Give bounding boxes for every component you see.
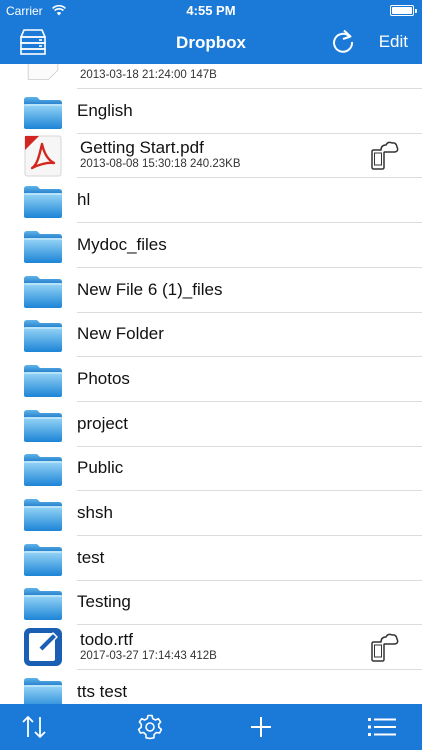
battery-icon bbox=[390, 5, 417, 16]
folder-icon bbox=[24, 454, 62, 487]
folder-icon bbox=[24, 409, 62, 442]
top-bar: Carrier 4:55 PM Dropbox Edit bbox=[0, 0, 422, 64]
folder-icon bbox=[24, 320, 62, 353]
folder-icon bbox=[24, 230, 62, 263]
folder-icon bbox=[24, 275, 62, 308]
item-name: English bbox=[77, 100, 133, 120]
item-name: test bbox=[77, 547, 105, 567]
file-row[interactable]: todo.rtf 2017-03-27 17:14:43 412B bbox=[0, 625, 422, 671]
file-row[interactable]: 2013-03-18 21:24:00 147B bbox=[0, 64, 422, 89]
status-bar: Carrier 4:55 PM bbox=[0, 0, 422, 22]
file-row[interactable]: Getting Start.pdf 2013-08-08 15:30:18 240… bbox=[0, 133, 422, 179]
refresh-icon[interactable] bbox=[330, 29, 356, 55]
folder-row[interactable]: shsh bbox=[0, 491, 422, 536]
folder-icon bbox=[24, 499, 62, 531]
sort-icon[interactable] bbox=[20, 713, 48, 741]
item-name: Public bbox=[77, 458, 124, 478]
item-name: Photos bbox=[77, 368, 130, 388]
add-icon[interactable] bbox=[247, 713, 275, 741]
bottom-toolbar bbox=[0, 704, 422, 750]
device-cloud-sync-icon[interactable] bbox=[369, 633, 399, 663]
item-name: Getting Start.pdf bbox=[80, 138, 204, 158]
item-name: New File 6 (1)_files bbox=[77, 279, 223, 299]
item-name: Testing bbox=[77, 592, 131, 612]
item-meta: 2013-03-18 21:24:00 147B bbox=[80, 69, 217, 81]
item-meta: 2013-08-08 15:30:18 240.23KB bbox=[80, 158, 241, 171]
item-name: tts test bbox=[77, 681, 128, 701]
folder-icon bbox=[24, 588, 62, 621]
item-name: Mydoc_files bbox=[77, 234, 167, 254]
folder-icon bbox=[24, 186, 62, 219]
page-title: Dropbox bbox=[176, 33, 246, 52]
folder-row[interactable]: English bbox=[0, 89, 422, 134]
folder-row[interactable]: Public bbox=[0, 446, 422, 492]
folder-icon bbox=[24, 96, 62, 129]
folder-icon bbox=[24, 677, 62, 704]
item-name: New Folder bbox=[77, 324, 164, 344]
folder-row[interactable]: hl bbox=[0, 178, 422, 224]
folder-row[interactable]: project bbox=[0, 402, 422, 447]
folder-row[interactable]: New File 6 (1)_files bbox=[0, 268, 422, 313]
pdf-file-icon bbox=[24, 135, 62, 177]
note-file-icon bbox=[27, 64, 59, 80]
folder-row[interactable]: Mydoc_files bbox=[0, 223, 422, 268]
folder-icon bbox=[24, 543, 62, 576]
status-time: 4:55 PM bbox=[186, 3, 236, 18]
device-cloud-sync-icon[interactable] bbox=[369, 141, 399, 171]
folder-row[interactable]: New Folder bbox=[0, 312, 422, 358]
item-name: todo.rtf bbox=[80, 630, 133, 650]
item-name: project bbox=[77, 413, 129, 433]
folder-row[interactable]: Photos bbox=[0, 357, 422, 402]
list-menu-icon[interactable] bbox=[366, 713, 398, 741]
folder-row[interactable]: tts test bbox=[0, 670, 422, 704]
item-meta: 2017-03-27 17:14:43 412B bbox=[80, 650, 217, 663]
settings-gear-icon[interactable] bbox=[136, 713, 164, 741]
folder-row[interactable]: test bbox=[0, 536, 422, 581]
rtf-edit-icon bbox=[24, 628, 62, 667]
edit-button[interactable]: Edit bbox=[379, 32, 408, 52]
file-list[interactable]: 2013-03-18 21:24:00 147B English Getting S… bbox=[0, 64, 422, 704]
item-name: shsh bbox=[77, 503, 113, 522]
folder-icon bbox=[24, 364, 62, 397]
item-name: hl bbox=[77, 190, 91, 210]
navigation-bar: Dropbox Edit bbox=[0, 22, 422, 64]
folder-row[interactable]: Testing bbox=[0, 580, 422, 626]
